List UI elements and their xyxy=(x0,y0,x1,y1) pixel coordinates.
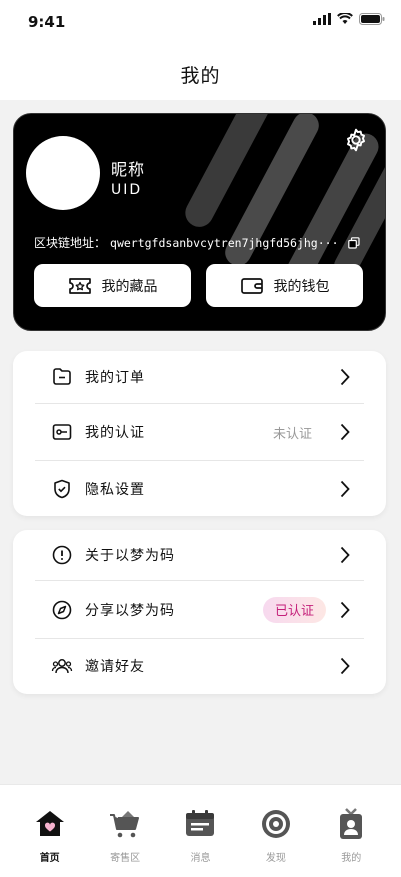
menu-item-about[interactable]: 关于以梦为码 xyxy=(35,530,364,581)
home-icon xyxy=(35,811,64,836)
status-icons xyxy=(313,13,385,25)
menu-item-privacy[interactable]: 隐私设置 xyxy=(35,461,364,516)
chain-address-value: qwertgfdsanbvcytren7jhgfd56jhg··· xyxy=(110,235,339,250)
info-icon xyxy=(52,545,72,565)
my-wallet-button[interactable]: 我的钱包 xyxy=(206,264,363,307)
menu-label: 我的订单 xyxy=(85,370,145,386)
cart-icon xyxy=(110,811,140,838)
menu-label: 邀请好友 xyxy=(85,658,145,675)
chevron-right-icon xyxy=(340,546,350,564)
chain-address-label: 区块链地址： xyxy=(34,236,107,250)
chain-address-row: 区块链地址： qwertgfdsanbvcytren7jhgfd56jhg··· xyxy=(34,234,360,251)
message-icon xyxy=(186,810,215,836)
menu-label: 分享以梦为码 xyxy=(85,602,175,619)
menu-item-orders[interactable]: 我的订单 xyxy=(35,351,364,404)
page-title: 我的 xyxy=(180,65,221,87)
menu-group-account: 我的订单 我的认证 未认证 隐私设置 xyxy=(13,351,386,516)
tab-profile[interactable]: 我的 xyxy=(321,785,381,877)
chevron-right-icon xyxy=(340,601,350,618)
compass-icon xyxy=(52,600,72,619)
menu-label: 关于以梦为码 xyxy=(85,548,175,564)
target-icon xyxy=(261,810,290,838)
tab-label: 发现 xyxy=(265,853,286,864)
shield-icon xyxy=(54,479,70,498)
chevron-right-icon xyxy=(340,368,350,386)
id-card-icon xyxy=(52,424,72,440)
status-time: 9:41 xyxy=(28,13,66,31)
tab-home[interactable]: 首页 xyxy=(20,785,80,877)
copy-icon[interactable] xyxy=(348,236,360,249)
menu-item-verification[interactable]: 我的认证 未认证 xyxy=(35,404,364,461)
chevron-right-icon xyxy=(340,423,350,441)
tab-label: 我的 xyxy=(341,853,362,864)
menu-item-share[interactable]: 分享以梦为码 已认证 xyxy=(35,581,364,639)
wifi-icon xyxy=(337,13,353,24)
menu-group-app: 关于以梦为码 分享以梦为码 已认证 邀请好友 xyxy=(13,530,386,694)
my-collection-button[interactable]: 我的藏品 xyxy=(34,264,191,307)
chevron-right-icon xyxy=(340,480,350,497)
certified-badge: 已认证 xyxy=(262,596,326,623)
battery-icon xyxy=(359,13,385,25)
my-wallet-label: 我的钱包 xyxy=(273,278,330,295)
nav-bar: 我的 xyxy=(0,44,401,100)
chevron-right-icon xyxy=(340,657,350,674)
tab-discover[interactable]: 发现 xyxy=(246,785,306,877)
tab-label: 消息 xyxy=(190,853,211,864)
profile-card: 昵称 UID 区块链地址： qwertgfdsanbvcytren7jhgfd5… xyxy=(13,113,386,331)
tab-label: 首页 xyxy=(39,853,60,864)
tab-consignment[interactable]: 寄售区 xyxy=(95,785,155,877)
tab-label: 寄售区 xyxy=(110,853,141,864)
ticket-icon xyxy=(68,277,91,294)
verification-status: 未认证 xyxy=(272,426,312,442)
menu-item-invite[interactable]: 邀请好友 xyxy=(35,639,364,692)
status-bar: 9:41 xyxy=(0,0,401,44)
gear-icon[interactable] xyxy=(343,127,369,153)
bottom-tab-bar: 首页 寄售区 消息 发现 我的 xyxy=(0,784,401,877)
folder-icon xyxy=(53,368,71,385)
avatar[interactable] xyxy=(26,136,100,210)
users-icon xyxy=(51,658,73,673)
profile-badge-icon xyxy=(340,808,363,839)
wallet-icon xyxy=(240,277,263,294)
menu-label: 隐私设置 xyxy=(85,481,145,498)
nickname: 昵称 xyxy=(111,160,146,179)
tab-messages[interactable]: 消息 xyxy=(170,785,230,877)
uid: UID xyxy=(111,182,143,198)
menu-label: 我的认证 xyxy=(85,425,145,441)
my-collection-label: 我的藏品 xyxy=(101,278,158,295)
signal-icon xyxy=(313,13,331,25)
